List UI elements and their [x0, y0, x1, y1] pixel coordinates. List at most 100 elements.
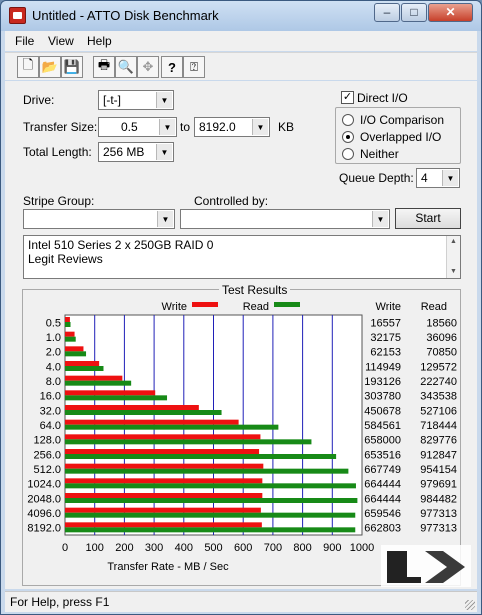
value-write: 662803: [364, 523, 401, 535]
y-category-label: 2048.0: [27, 493, 61, 505]
menu-help[interactable]: Help: [87, 34, 112, 48]
description-line-2: Legit Reviews: [28, 252, 103, 266]
column-header-write: Write: [376, 301, 401, 313]
resize-grip-icon[interactable]: [465, 600, 475, 610]
total-length-select[interactable]: 256 MB ▼: [98, 142, 174, 162]
value-read: 979691: [420, 479, 457, 491]
bar-read: [65, 498, 358, 503]
new-button[interactable]: 🗋: [17, 56, 39, 78]
value-write: 114949: [365, 361, 401, 373]
help-icon: ?: [168, 59, 176, 75]
controlled-by-select[interactable]: ▼: [180, 209, 390, 229]
direct-io-label: Direct I/O: [357, 91, 408, 105]
bar-write: [65, 317, 70, 322]
start-button[interactable]: Start: [395, 208, 461, 229]
save-button[interactable]: 💾: [61, 56, 83, 78]
bar-write: [65, 434, 261, 440]
bar-write: [65, 419, 239, 425]
transfer-size-from-select[interactable]: 0.5 ▼: [98, 117, 177, 137]
value-read: 977313: [420, 508, 457, 520]
neither-label: Neither: [360, 147, 399, 161]
value-write: 653516: [364, 449, 401, 461]
context-help-icon: ⍰: [190, 59, 198, 74]
print-preview-button[interactable]: 🔍: [115, 56, 137, 78]
y-category-label: 128.0: [33, 435, 61, 447]
chevron-down-icon: ▼: [442, 170, 458, 186]
neither-radio[interactable]: [342, 148, 354, 160]
y-category-label: 8.0: [46, 376, 61, 388]
bar-read: [65, 366, 104, 371]
description-scrollbar[interactable]: ▲ ▼: [446, 236, 460, 278]
x-tick-label: 100: [86, 542, 104, 554]
context-help-button[interactable]: ⍰: [183, 56, 205, 78]
minimize-button[interactable]: –: [374, 3, 400, 22]
bar-write: [65, 346, 84, 352]
stripe-group-select[interactable]: ▼: [23, 209, 175, 229]
bar-read: [65, 336, 76, 342]
open-folder-icon: 📂: [41, 59, 59, 74]
close-button[interactable]: ✕: [428, 3, 473, 22]
print-icon: 🖶: [97, 57, 111, 72]
description-textbox[interactable]: Intel 510 Series 2 x 250GB RAID 0 Legit …: [23, 235, 461, 279]
io-comparison-radio[interactable]: [342, 114, 354, 126]
queue-depth-label: Queue Depth:: [339, 171, 414, 185]
window-title: Untitled - ATTO Disk Benchmark: [32, 8, 219, 23]
direct-io-checkbox[interactable]: ✓: [341, 91, 354, 104]
y-category-label: 4096.0: [27, 508, 61, 520]
bar-write: [65, 507, 261, 513]
value-write: 32175: [370, 332, 401, 344]
menu-bar: File View Help: [5, 31, 477, 51]
queue-depth-select[interactable]: 4 ▼: [416, 168, 460, 188]
scroll-up-icon[interactable]: ▲: [447, 236, 460, 248]
chevron-down-icon: ▼: [159, 119, 175, 135]
y-category-label: 256.0: [33, 449, 61, 461]
transfer-size-to-select[interactable]: 8192.0 ▼: [194, 117, 270, 137]
queue-depth-value: 4: [421, 171, 428, 185]
atto-app-icon: [9, 7, 26, 24]
value-read: 70850: [426, 347, 457, 359]
legend-write-label: Write: [162, 301, 187, 313]
title-bar: Untitled - ATTO Disk Benchmark – □ ✕: [1, 1, 481, 31]
chevron-down-icon: ▼: [156, 92, 172, 108]
bar-write: [65, 375, 123, 381]
print-preview-icon: 🔍: [117, 59, 135, 74]
description-line-1: Intel 510 Series 2 x 250GB RAID 0: [28, 238, 214, 252]
menu-file[interactable]: File: [15, 34, 34, 48]
value-read: 343538: [420, 391, 457, 403]
kb-label: KB: [278, 120, 295, 134]
bar-read: [65, 483, 356, 489]
scroll-down-icon[interactable]: ▼: [447, 266, 460, 278]
status-bar: For Help, press F1: [5, 591, 477, 612]
value-read: 129572: [420, 361, 457, 373]
bar-read: [65, 439, 312, 445]
bar-read: [65, 512, 356, 518]
value-write: 193126: [364, 376, 401, 388]
bar-read: [65, 468, 349, 474]
x-tick-label: 900: [323, 542, 341, 554]
stripe-group-label: Stripe Group:: [23, 194, 95, 208]
value-write: 664444: [364, 479, 401, 491]
transfer-size-to-value: 8192.0: [199, 120, 236, 134]
open-button[interactable]: 📂: [39, 56, 61, 78]
drive-select[interactable]: [-t-] ▼: [98, 90, 174, 110]
value-write: 450678: [364, 405, 401, 417]
bar-read: [65, 527, 356, 533]
value-write: 16557: [370, 317, 401, 329]
value-read: 36096: [426, 332, 457, 344]
value-write: 658000: [364, 435, 401, 447]
bar-write: [65, 405, 199, 410]
y-category-label: 4.0: [46, 361, 61, 373]
help-button[interactable]: ?: [161, 56, 183, 78]
legend-read-label: Read: [243, 301, 269, 313]
value-read: 977313: [420, 523, 457, 535]
maximize-button[interactable]: □: [401, 3, 427, 22]
value-read: 954154: [420, 464, 457, 476]
move-button[interactable]: ✥: [137, 56, 159, 78]
overlapped-io-radio[interactable]: [342, 131, 354, 143]
value-read: 984482: [420, 493, 457, 505]
y-category-label: 2.0: [46, 347, 61, 359]
bar-write: [65, 463, 264, 469]
value-write: 667749: [364, 464, 401, 476]
menu-view[interactable]: View: [48, 34, 74, 48]
print-button[interactable]: 🖶: [93, 56, 115, 78]
